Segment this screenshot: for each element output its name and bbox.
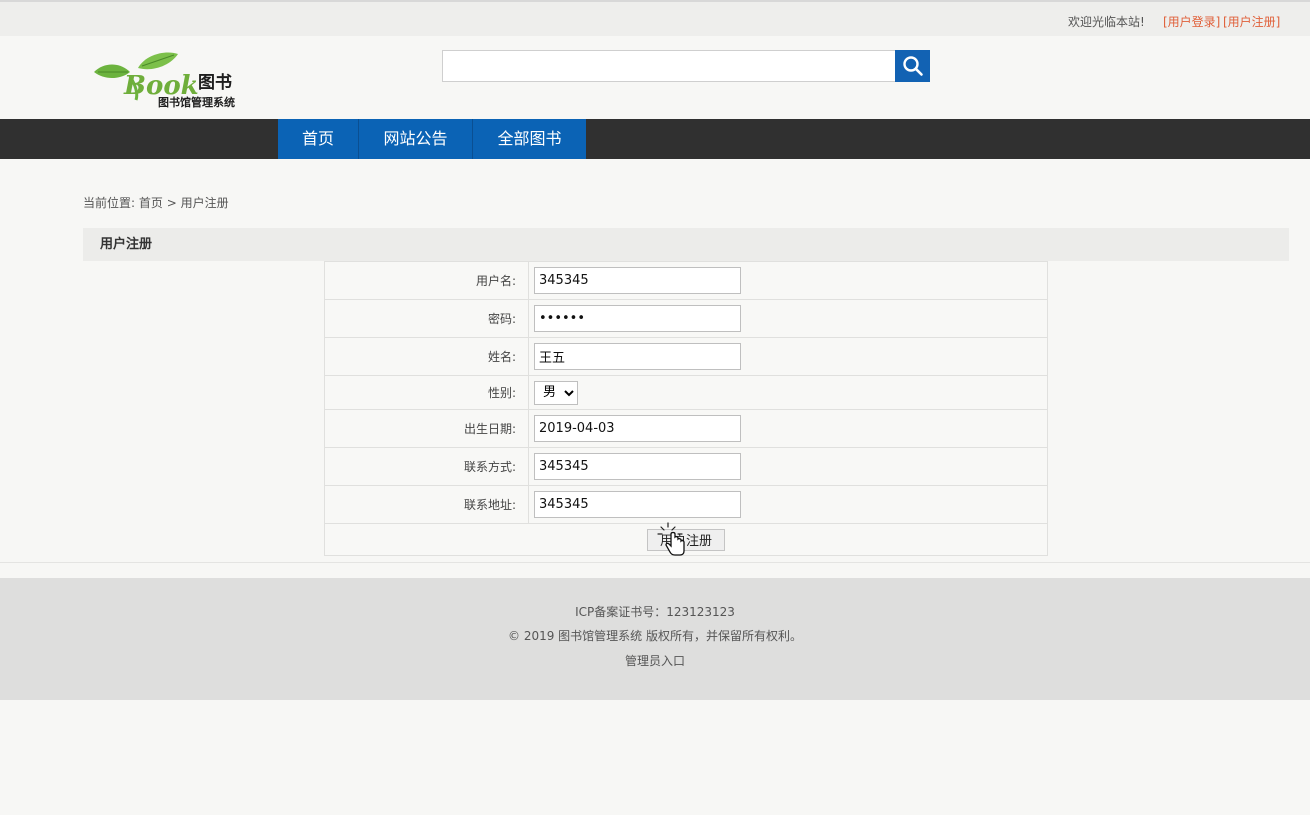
- search-input[interactable]: [442, 50, 896, 82]
- main-nav: 首页 网站公告 全部图书: [0, 119, 1310, 159]
- register-link[interactable]: [用户注册]: [1223, 13, 1280, 30]
- footer-copyright: © 2019 图书馆管理系统 版权所有，并保留所有权利。: [508, 629, 802, 643]
- form-row-birthdate: 出生日期:: [324, 409, 1048, 448]
- form-row-submit: 用户注册: [324, 523, 1048, 556]
- username-input[interactable]: [534, 267, 741, 294]
- search-icon: [902, 56, 923, 76]
- birthdate-label: 出生日期:: [324, 409, 529, 448]
- birthdate-input[interactable]: [534, 415, 741, 442]
- nav-item-announcements[interactable]: 网站公告: [359, 119, 472, 159]
- form-row-gender: 性别: 男: [324, 375, 1048, 410]
- breadcrumb: 当前位置: 首页 > 用户注册: [83, 194, 229, 211]
- nav-item-all-books[interactable]: 全部图书: [473, 119, 586, 159]
- form-row-password: 密码:: [324, 299, 1048, 338]
- breadcrumb-home[interactable]: 首页: [139, 196, 163, 210]
- top-bar: 欢迎光临本站! [用户登录] [用户注册]: [0, 2, 1310, 36]
- welcome-text: 欢迎光临本站!: [1068, 15, 1145, 29]
- address-label: 联系地址:: [324, 485, 529, 524]
- register-form: 用户名: 密码: 姓名: 性别: 男 出生日期: 联系方式:: [324, 261, 1048, 556]
- svg-text:图书: 图书: [198, 73, 232, 93]
- contact-input[interactable]: [534, 453, 741, 480]
- nav-item-home[interactable]: 首页: [278, 119, 358, 159]
- breadcrumb-current: 用户注册: [180, 196, 229, 210]
- section-title: 用户注册: [83, 228, 1289, 261]
- footer: ICP备案证书号：123123123 © 2019 图书馆管理系统 版权所有，并…: [0, 578, 1310, 700]
- login-link[interactable]: [用户登录]: [1163, 13, 1220, 30]
- search-button[interactable]: [895, 50, 930, 82]
- form-row-name: 姓名:: [324, 337, 1048, 376]
- svg-text:图书馆管理系统: 图书馆管理系统: [158, 95, 235, 109]
- breadcrumb-separator: >: [166, 196, 177, 210]
- name-input[interactable]: [534, 343, 741, 370]
- breadcrumb-prefix: 当前位置:: [83, 196, 136, 210]
- gender-select[interactable]: 男: [534, 380, 578, 405]
- password-label: 密码:: [324, 299, 529, 338]
- contact-label: 联系方式:: [324, 447, 529, 486]
- form-row-username: 用户名:: [324, 261, 1048, 300]
- admin-entry-link[interactable]: 管理员入口: [0, 652, 1310, 669]
- footer-icp: ICP备案证书号：123123123: [575, 605, 735, 619]
- gender-label: 性别:: [324, 375, 529, 410]
- name-label: 姓名:: [324, 337, 529, 376]
- register-submit-button[interactable]: 用户注册: [647, 528, 725, 551]
- form-row-address: 联系地址:: [324, 485, 1048, 524]
- form-row-contact: 联系方式:: [324, 447, 1048, 486]
- password-input[interactable]: [534, 305, 741, 332]
- content-divider: [0, 562, 1310, 563]
- address-input[interactable]: [534, 491, 741, 518]
- username-label: 用户名:: [324, 261, 529, 300]
- site-logo[interactable]: Book 图书 图书馆管理系统: [90, 50, 265, 112]
